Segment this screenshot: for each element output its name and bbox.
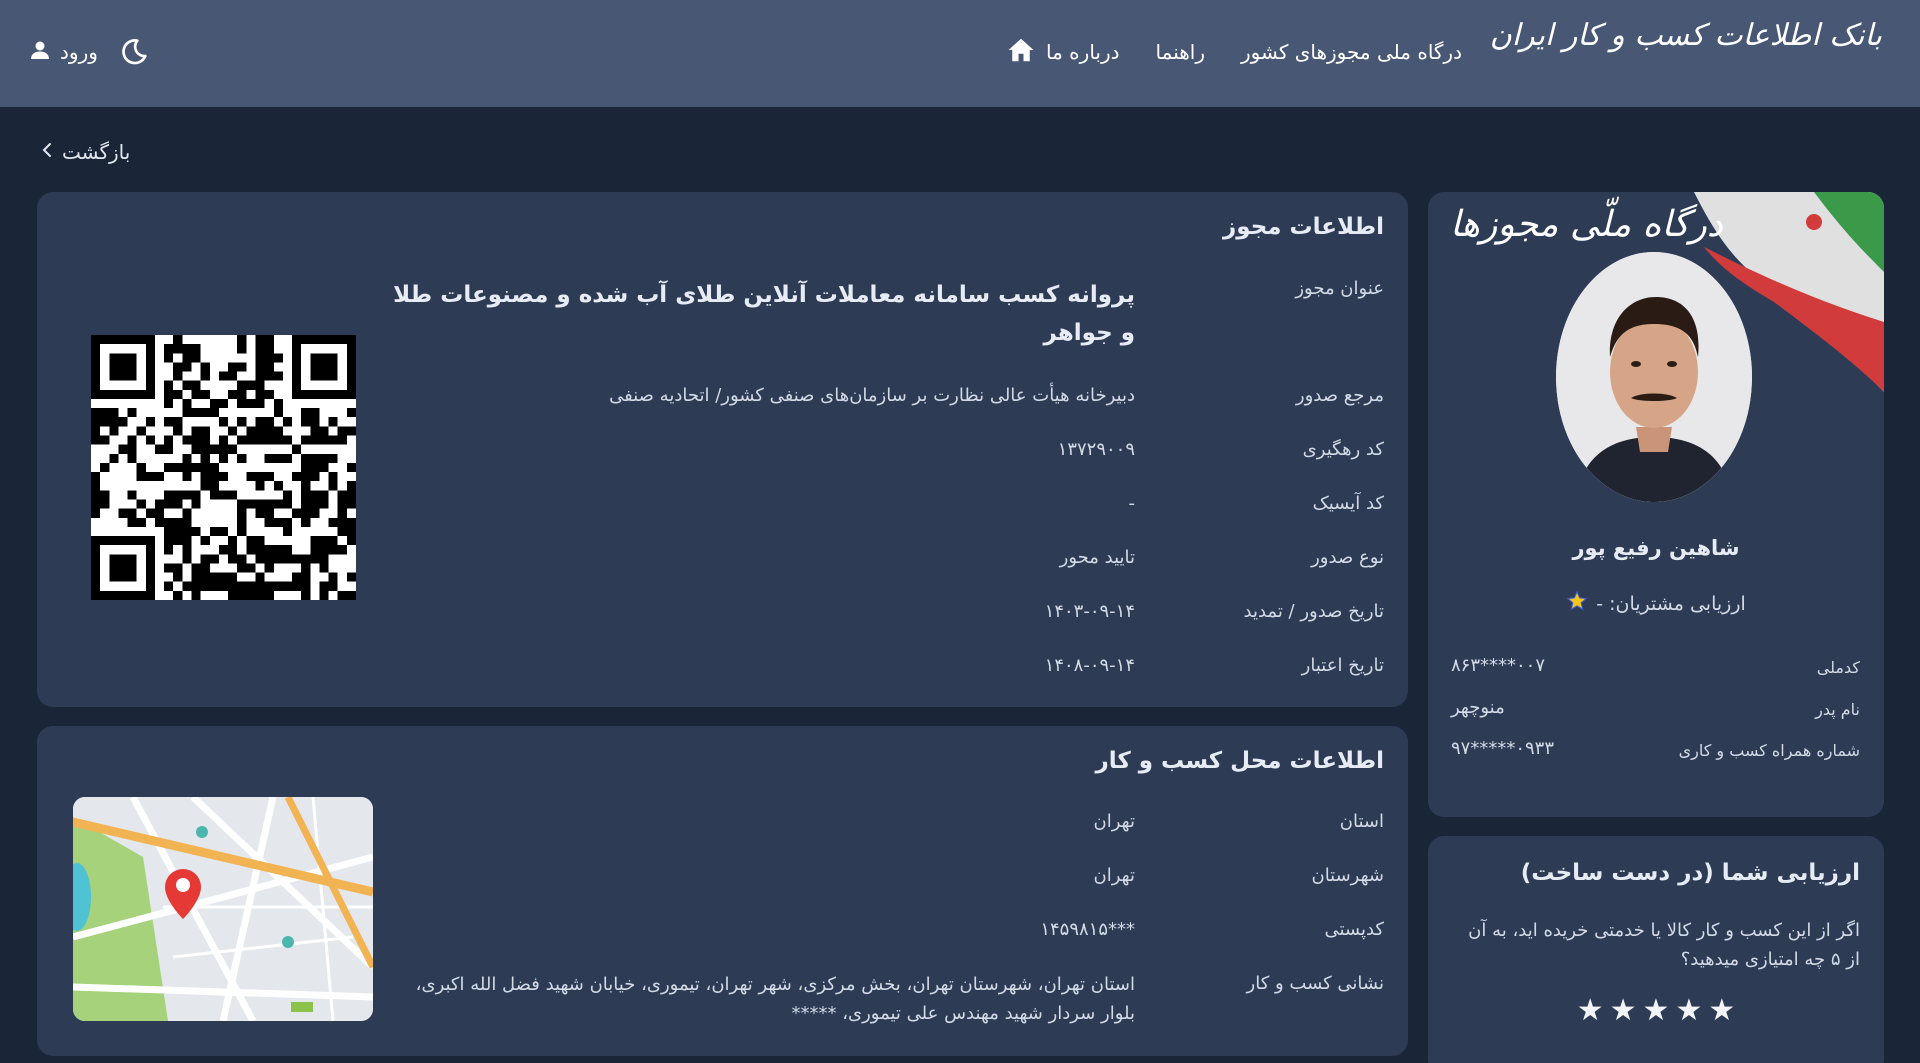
star-icon: [1566, 590, 1588, 617]
top-header: بانک اطلاعات کسب و کار ایران درباره ما ر…: [0, 0, 1920, 107]
owner-name: شاهین رفیع پور: [1572, 536, 1740, 560]
tracking-code-value: ۱۳۷۲۹۰۰۹: [1057, 439, 1135, 460]
city-value: تهران: [1093, 865, 1135, 886]
main-nav: درباره ما راهنما درگاه ملی مجوزهای کشور: [1006, 32, 1462, 72]
header-actions: ورود: [28, 32, 150, 72]
permit-title-label: عنوان مجوز: [1295, 278, 1384, 299]
customer-rating: ارزیابی مشتریان: -: [1428, 590, 1884, 617]
back-label: بازگشت: [62, 140, 131, 164]
issuer-label: مرجع صدور: [1295, 385, 1384, 406]
moon-icon[interactable]: [118, 36, 150, 68]
postal-code-label: کدپستی: [1324, 919, 1384, 940]
rating-star-3[interactable]: ★: [1643, 994, 1670, 1028]
back-button[interactable]: بازگشت: [40, 140, 130, 164]
issue-date-value: ۱۴۰۳-۰۹-۱۴: [1044, 601, 1135, 622]
rating-description: اگر از این کسب و کار کالا یا خدمتی خریده…: [1468, 920, 1860, 970]
your-rating-card: ارزیابی شما (در دست ساخت) اگر از این کسب…: [1428, 836, 1884, 1063]
location-map[interactable]: [73, 797, 373, 1021]
province-label: استان: [1339, 811, 1384, 832]
isic-code-label: کد آیسیک: [1312, 493, 1384, 514]
customer-rating-text: ارزیابی مشتریان: -: [1596, 592, 1746, 615]
rating-star-5[interactable]: ★: [1708, 994, 1735, 1028]
city-label: شهرستان: [1311, 865, 1384, 886]
nav-about[interactable]: درباره ما: [1006, 35, 1120, 69]
owner-profile-card: درگاه ملّی مجوزها شاهین رفیع پور ارزیابی…: [1428, 192, 1884, 817]
father-name-label: نام پدر: [1815, 700, 1860, 719]
mobile-value: ۰۹۳۳*****۹۷: [1451, 738, 1555, 759]
site-logo[interactable]: بانک اطلاعات کسب و کار ایران: [1490, 18, 1883, 53]
location-info-card: اطلاعات محل کسب و کار استان تهران شهرستا…: [37, 726, 1408, 1056]
nav-about-label[interactable]: درباره ما: [1046, 40, 1120, 64]
avatar: [1556, 252, 1752, 502]
nav-guide[interactable]: راهنما: [1156, 40, 1205, 64]
province-value: تهران: [1093, 811, 1135, 832]
validity-date-label: تاریخ اعتبار: [1301, 655, 1384, 676]
location-card-title: اطلاعات محل کسب و کار: [1095, 748, 1384, 774]
chevron-left-icon: [40, 140, 54, 164]
rating-stars: ★ ★ ★ ★ ★: [1428, 994, 1884, 1028]
address-label: نشانی کسب و کار: [1246, 973, 1384, 994]
nav-portal[interactable]: درگاه ملی مجوزهای کشور: [1241, 40, 1462, 64]
permit-title-value: پروانه کسب سامانه معاملات آنلاین طلای آب…: [393, 282, 1135, 346]
qr-code: [91, 335, 356, 600]
address-value: استان تهران، شهرستان تهران، بخش مرکزی، ش…: [415, 974, 1135, 1024]
national-id-label: کدملی: [1816, 658, 1860, 677]
issue-type-label: نوع صدور: [1311, 547, 1384, 568]
permit-card-title: اطلاعات مجوز: [1223, 214, 1384, 240]
validity-date-value: ۱۴۰۸-۰۹-۱۴: [1044, 655, 1135, 676]
permit-info-card: اطلاعات مجوز عنوان مجوز پروانه کسب سامان…: [37, 192, 1408, 707]
user-icon: [28, 38, 52, 67]
isic-code-value: -: [1128, 493, 1136, 514]
issuer-value: دبیرخانه هیأت عالی نظارت بر سازمان‌های ص…: [609, 385, 1135, 406]
tracking-code-label: کد رهگیری: [1302, 439, 1384, 460]
portal-logo: درگاه ملّی مجوزها: [1450, 204, 1723, 245]
issue-date-label: تاریخ صدور / تمدید: [1243, 601, 1384, 622]
rating-star-1[interactable]: ★: [1577, 994, 1604, 1028]
rating-star-4[interactable]: ★: [1675, 994, 1702, 1028]
postal-code-value: ***۱۴۵۹۸۱۵: [1040, 919, 1135, 940]
rating-card-title: ارزیابی شما (در دست ساخت): [1520, 860, 1860, 886]
issue-type-value: تایید محور: [1059, 547, 1135, 568]
login-label: ورود: [60, 40, 98, 64]
home-icon[interactable]: [1006, 35, 1036, 69]
mobile-label: شماره همراه کسب و کاری: [1678, 741, 1860, 760]
father-name-value: منوچهر: [1451, 697, 1505, 718]
rating-star-2[interactable]: ★: [1610, 994, 1637, 1028]
national-id-value: ۰۰۷****۸۶۳: [1451, 655, 1546, 676]
login-button[interactable]: ورود: [28, 38, 98, 67]
